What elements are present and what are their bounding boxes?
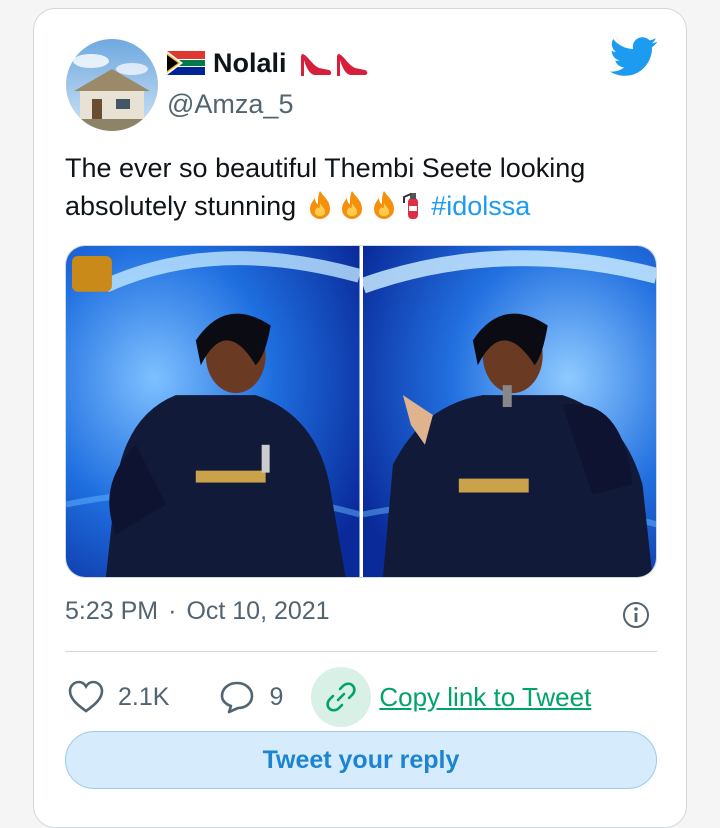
reply-bubble-icon bbox=[221, 681, 254, 714]
copy-link-label: Copy link to Tweet bbox=[379, 681, 592, 712]
like-count: 2.1K bbox=[118, 682, 170, 711]
tweet-reply-button[interactable]: Tweet your reply bbox=[65, 731, 657, 789]
copy-link-button[interactable]: Copy link to Tweet bbox=[311, 667, 591, 727]
like-button[interactable]: 2.1K bbox=[68, 680, 169, 714]
twitter-bird-icon[interactable] bbox=[610, 37, 658, 77]
author-name-row[interactable]: Nolali bbox=[167, 47, 369, 79]
tweet-timestamp[interactable]: 5:23 PM · Oct 10, 2021 bbox=[65, 597, 330, 626]
media-grid bbox=[65, 245, 657, 578]
hashtag-link[interactable]: #idolssa bbox=[431, 191, 530, 221]
heart-icon bbox=[68, 680, 104, 713]
name-emojis bbox=[299, 48, 369, 78]
photo-left[interactable] bbox=[66, 246, 360, 577]
author-handle[interactable]: @Amza_5 bbox=[167, 89, 293, 120]
fire-icon bbox=[336, 189, 368, 231]
timestamp-time: 5:23 PM bbox=[65, 597, 159, 625]
photo-right[interactable] bbox=[362, 246, 656, 577]
info-icon[interactable] bbox=[622, 601, 650, 629]
timestamp-separator: · bbox=[168, 597, 177, 625]
high-heel-icon bbox=[336, 54, 367, 76]
reply-button[interactable]: 9 bbox=[219, 680, 283, 714]
copy-link-icon-wrap bbox=[311, 667, 372, 727]
display-name: Nolali bbox=[213, 47, 287, 78]
fire-icon bbox=[368, 189, 400, 231]
high-heel-icon bbox=[300, 54, 331, 76]
action-bar: 2.1K 9 Copy link to Tweet bbox=[65, 661, 657, 733]
fire-extinguisher-icon bbox=[400, 189, 424, 231]
reply-count: 9 bbox=[269, 682, 284, 711]
link-icon bbox=[326, 682, 357, 712]
tweet-card: Nolali @Amza_5 The ever so beautiful The… bbox=[33, 8, 687, 828]
fire-icon bbox=[304, 189, 336, 231]
avatar[interactable] bbox=[66, 39, 158, 131]
divider bbox=[65, 651, 657, 652]
tweet-text: The ever so beautiful Thembi Seete looki… bbox=[65, 149, 655, 231]
south-africa-flag-icon bbox=[167, 51, 205, 75]
timestamp-date: Oct 10, 2021 bbox=[186, 597, 330, 625]
